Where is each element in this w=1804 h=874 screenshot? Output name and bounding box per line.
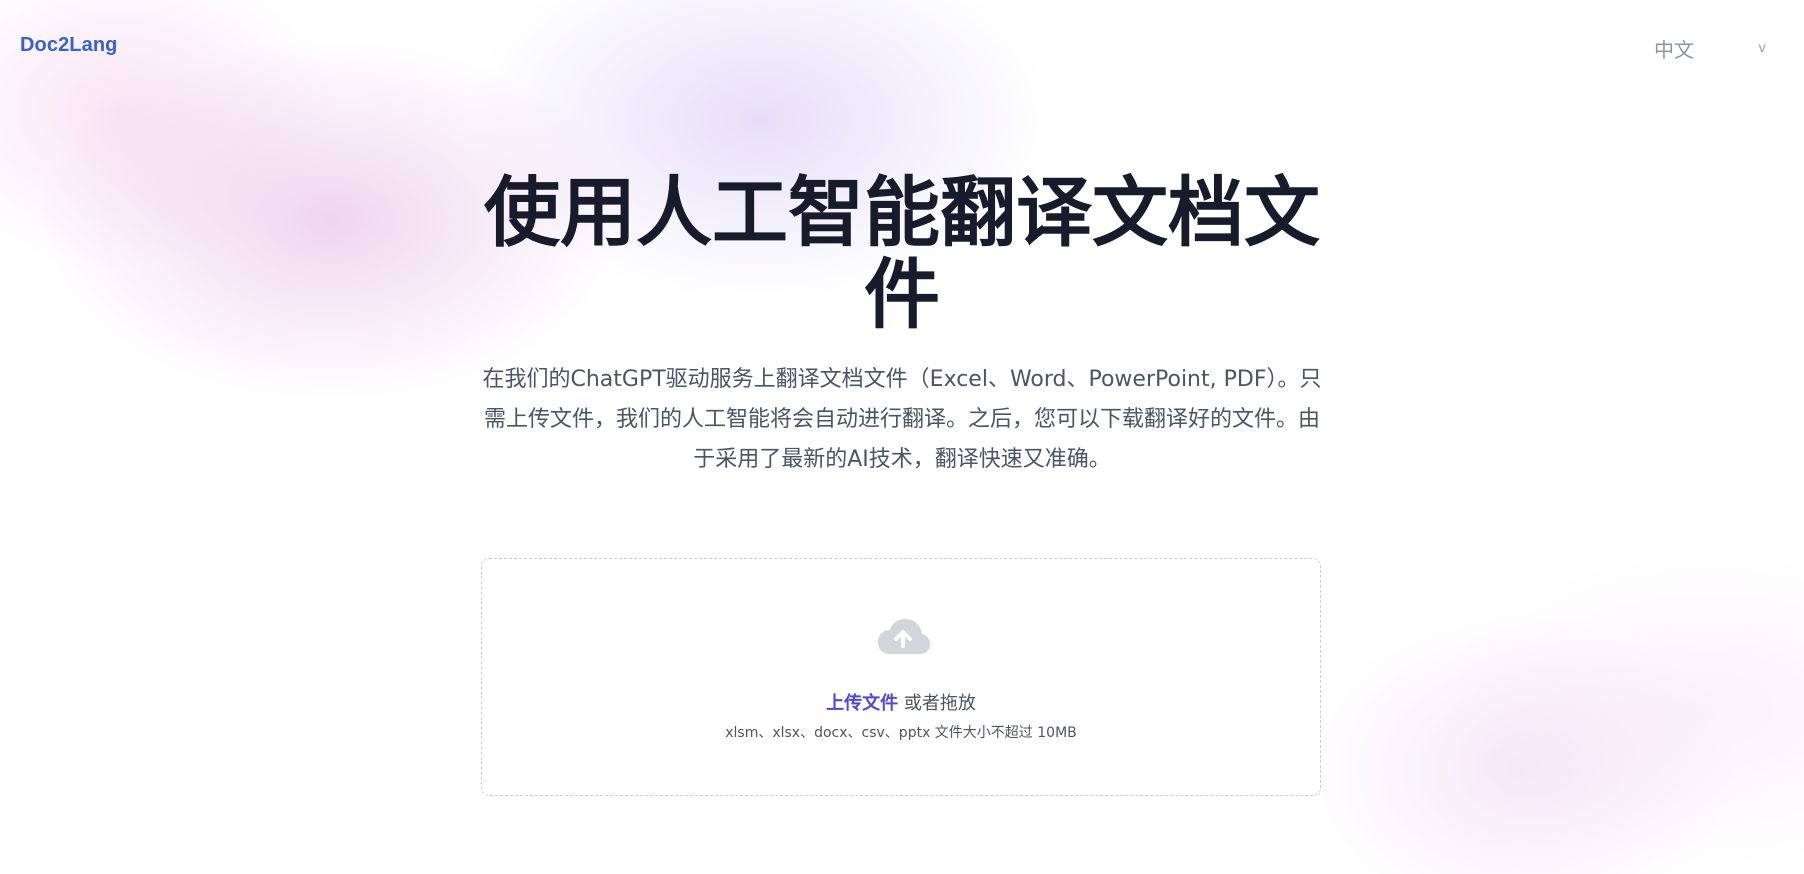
language-selected-label: 中文 bbox=[1654, 37, 1694, 62]
page-title: 使用人工智能翻译文档文件 bbox=[484, 168, 1320, 339]
hero-description: 在我们的ChatGPT驱动服务上翻译文档文件（Excel、Word、PowerP… bbox=[482, 367, 1322, 472]
file-dropzone[interactable]: 上传文件 或者拖放 xlsm、xlsx、docx、csv、pptx 文件大小不超… bbox=[481, 558, 1321, 796]
upload-file-link[interactable]: 上传文件 bbox=[826, 693, 898, 714]
hero-section: 使用人工智能翻译文档文件 在我们的ChatGPT驱动服务上翻译文档文件（Exce… bbox=[482, 172, 1322, 480]
brand-logo-link[interactable]: Doc2Lang bbox=[20, 34, 117, 57]
upload-instruction: 上传文件 或者拖放 bbox=[482, 692, 1320, 716]
chevron-down-icon: v bbox=[1758, 40, 1766, 56]
language-select[interactable]: 中文 v bbox=[1640, 30, 1772, 66]
cloud-upload-icon[interactable] bbox=[875, 615, 931, 663]
file-type-size-hint: xlsm、xlsx、docx、csv、pptx 文件大小不超过 10MB bbox=[725, 725, 1077, 741]
drag-drop-text: 或者拖放 bbox=[903, 693, 976, 714]
site-header: Doc2Lang 中文 v bbox=[0, 0, 1804, 96]
